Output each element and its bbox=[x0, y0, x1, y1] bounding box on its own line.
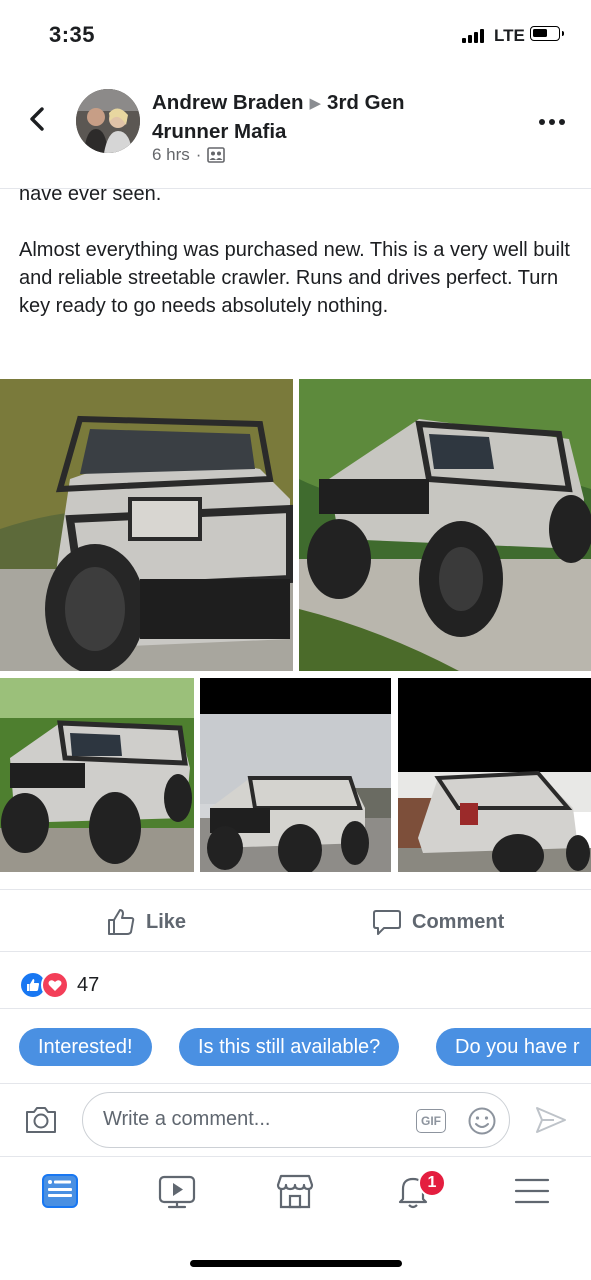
emoji-icon[interactable] bbox=[467, 1106, 497, 1136]
send-icon[interactable] bbox=[534, 1104, 568, 1136]
quick-reply-chip[interactable]: Do you have r bbox=[436, 1028, 591, 1066]
group-icon bbox=[207, 147, 226, 163]
quick-reply-chip[interactable]: Interested! bbox=[19, 1028, 152, 1066]
reaction-summary[interactable]: 47 bbox=[19, 971, 99, 999]
status-time: 3:35 bbox=[49, 22, 96, 47]
dot-separator: · bbox=[195, 145, 202, 164]
camera-icon[interactable] bbox=[24, 1104, 58, 1136]
post-header: Andrew Braden ▶ 3rd Gen 4runner Mafia 6 hr… bbox=[0, 70, 591, 189]
post-meta: 6 hrs · bbox=[152, 145, 226, 165]
menu-icon[interactable] bbox=[512, 1171, 552, 1211]
avatar[interactable] bbox=[76, 89, 140, 153]
reaction-count: 47 bbox=[77, 973, 100, 996]
photo-4[interactable] bbox=[200, 678, 391, 872]
photo-1[interactable] bbox=[0, 379, 293, 671]
post-text: have ever seen. Almost everything was pu… bbox=[19, 180, 574, 348]
comment-box[interactable]: GIF bbox=[82, 1092, 510, 1148]
home-indicator[interactable] bbox=[190, 1260, 402, 1267]
divider bbox=[0, 1083, 591, 1084]
like-button[interactable]: Like bbox=[106, 903, 186, 941]
quick-reply-chip[interactable]: Is this still available? bbox=[179, 1028, 400, 1066]
battery-icon bbox=[530, 26, 564, 41]
watch-icon[interactable] bbox=[157, 1171, 197, 1211]
divider bbox=[0, 889, 591, 890]
post-text-main: Almost everything was purchased new. Thi… bbox=[19, 239, 570, 317]
thumbs-up-icon bbox=[108, 909, 135, 935]
more-horizontal-icon[interactable] bbox=[538, 118, 566, 126]
notification-badge: 1 bbox=[418, 1169, 446, 1197]
comment-icon bbox=[373, 910, 401, 935]
comment-button[interactable]: Comment bbox=[372, 903, 504, 941]
comment-label: Comment bbox=[412, 910, 505, 933]
photo-3[interactable] bbox=[0, 678, 194, 872]
photo-2[interactable] bbox=[299, 379, 591, 671]
chevron-left-icon[interactable] bbox=[24, 104, 52, 134]
signal-icon bbox=[462, 29, 484, 43]
photo-5[interactable] bbox=[398, 678, 591, 872]
news-feed-icon[interactable] bbox=[40, 1171, 80, 1211]
like-label: Like bbox=[146, 910, 187, 933]
triangle-right-icon: ▶ bbox=[309, 95, 322, 112]
divider bbox=[0, 1008, 591, 1009]
gif-icon[interactable]: GIF bbox=[416, 1109, 446, 1133]
author-name[interactable]: Andrew Braden bbox=[152, 91, 304, 114]
marketplace-icon[interactable] bbox=[275, 1171, 315, 1211]
post-author-line: Andrew Braden ▶ 3rd Gen 4runner Mafia bbox=[152, 89, 482, 145]
network-label: LTE bbox=[494, 26, 525, 45]
post-time[interactable]: 6 hrs bbox=[152, 145, 190, 165]
divider bbox=[0, 951, 591, 952]
comment-input[interactable] bbox=[103, 1108, 403, 1131]
love-reaction-icon bbox=[41, 971, 69, 999]
tab-bar: 1 bbox=[0, 1156, 591, 1227]
